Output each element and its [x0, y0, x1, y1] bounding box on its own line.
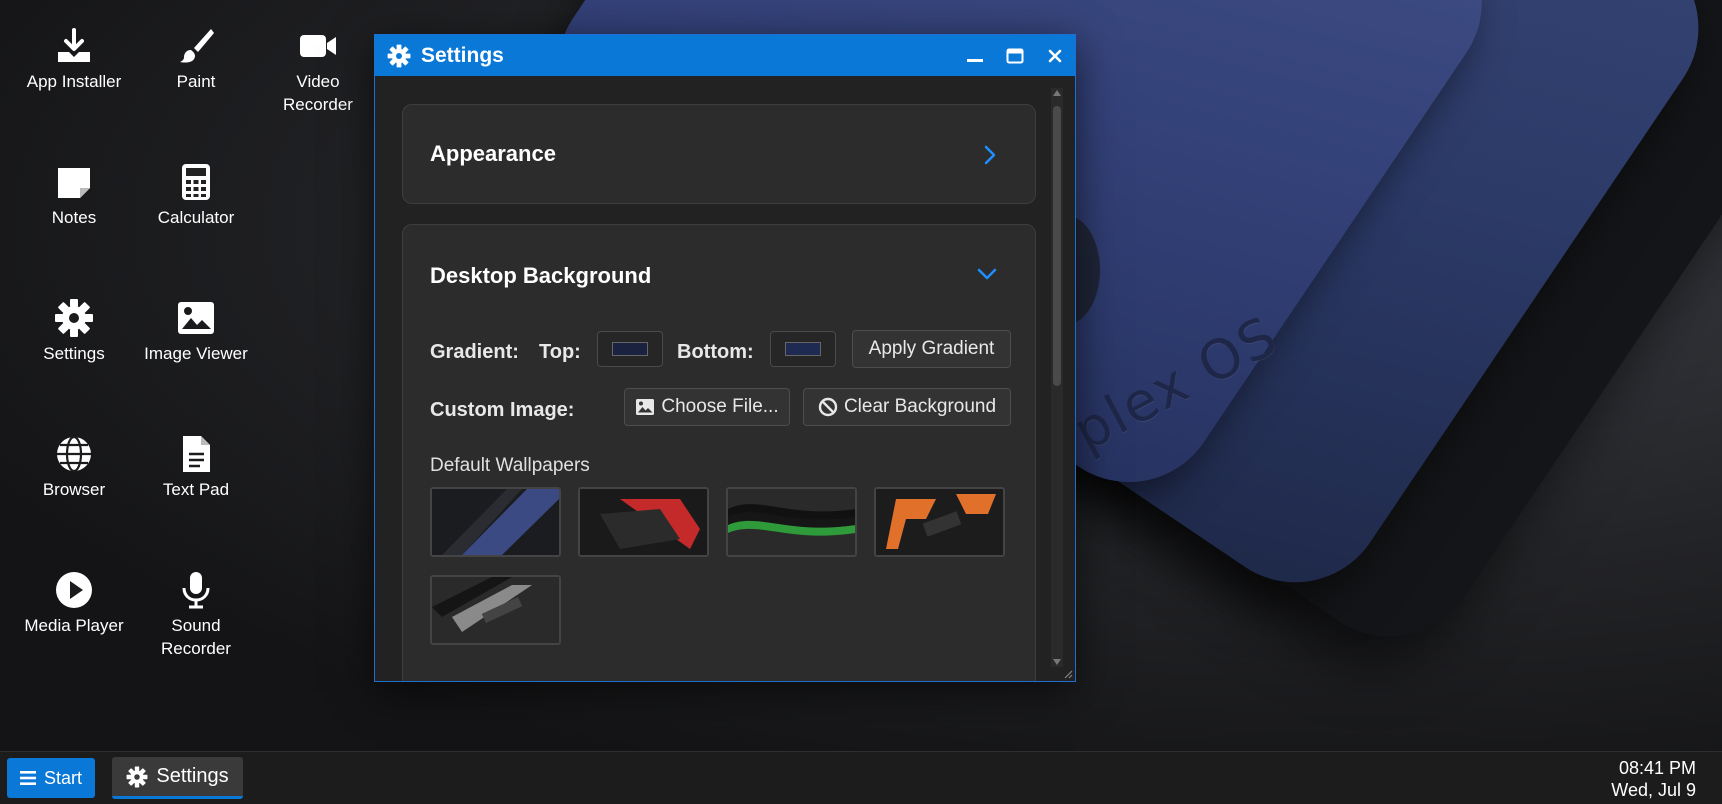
- scroll-up-icon: [1053, 90, 1061, 96]
- clock-time: 08:41 PM: [1618, 758, 1696, 778]
- taskbar-item-settings[interactable]: Settings: [112, 757, 243, 799]
- desktop-icon-label: Video Recorder: [283, 72, 353, 114]
- desktop-icon-label: Media Player: [24, 616, 124, 635]
- chevron-right-icon: [984, 145, 996, 165]
- calculator-icon: [182, 164, 210, 200]
- clock-date: Wed, Jul 9: [1611, 780, 1696, 800]
- desktop-icon-sound-recorder[interactable]: Sound Recorder: [141, 570, 251, 660]
- choose-file-button[interactable]: Choose File...: [624, 388, 790, 426]
- resize-grip-icon[interactable]: [1063, 669, 1073, 679]
- image-icon: [178, 302, 214, 334]
- wallpaper-thumbnail-blue[interactable]: [430, 487, 561, 557]
- gradient-bottom-swatch: [785, 342, 821, 356]
- wallpaper-preview: [876, 489, 1003, 555]
- desktop-icon-paint[interactable]: Paint: [141, 26, 251, 93]
- apply-gradient-button[interactable]: Apply Gradient: [852, 330, 1011, 368]
- video-camera-icon: [300, 35, 336, 57]
- desktop-icon-notes[interactable]: Notes: [19, 162, 129, 229]
- gear-icon: [387, 44, 411, 67]
- clear-background-button[interactable]: Clear Background: [803, 388, 1011, 426]
- window-title: Settings: [421, 43, 504, 67]
- gradient-bottom-label: Bottom:: [677, 341, 754, 363]
- desktop-background-title: Desktop Background: [430, 263, 652, 288]
- appearance-title: Appearance: [430, 141, 556, 166]
- scrollbar-thumb[interactable]: [1053, 106, 1061, 386]
- desktop-icon-text-pad[interactable]: Text Pad: [141, 434, 251, 501]
- appearance-section[interactable]: Appearance: [402, 104, 1036, 204]
- clear-background-label: Clear Background: [843, 396, 997, 417]
- settings-window: Settings Appearance Desktop Background G…: [374, 34, 1076, 682]
- desktop-icon-label: Browser: [42, 480, 106, 499]
- minimize-icon: [967, 58, 983, 62]
- start-button[interactable]: Start: [7, 758, 95, 798]
- play-icon: [56, 572, 92, 608]
- wallpaper-preview: [728, 489, 855, 555]
- choose-file-label: Choose File...: [661, 396, 779, 417]
- sticky-note-icon: [58, 168, 90, 198]
- menu-icon: [19, 771, 36, 785]
- desktop-icon-label: Notes: [51, 208, 97, 227]
- chevron-down-icon[interactable]: [977, 267, 997, 281]
- desktop-icon-video-recorder[interactable]: Video Recorder: [263, 26, 373, 116]
- gradient-bottom-color-picker[interactable]: [770, 331, 836, 367]
- image-icon: [636, 399, 655, 415]
- minimize-button[interactable]: [955, 35, 995, 76]
- taskbar: Start Settings 08:41 PM Wed, Jul 9: [0, 751, 1722, 804]
- download-icon: [58, 28, 90, 62]
- ban-icon: [818, 397, 838, 417]
- close-icon: [1048, 49, 1062, 62]
- wallpaper-thumbnail-gray[interactable]: [430, 575, 561, 645]
- desktop-icon-media-player[interactable]: Media Player: [19, 570, 129, 637]
- desktop-icon-label: Paint: [176, 72, 216, 91]
- desktop-icon-label: Image Viewer: [144, 344, 248, 363]
- desktop-icon-settings[interactable]: Settings: [19, 298, 129, 365]
- desktop-background-section: Desktop Background Gradient: Top: Bottom…: [402, 224, 1036, 681]
- desktop-icon-app-installer[interactable]: App Installer: [19, 26, 129, 93]
- brush-icon: [180, 29, 214, 63]
- window-titlebar[interactable]: Settings: [375, 35, 1075, 76]
- wallpaper-thumbnail-orange[interactable]: [874, 487, 1005, 557]
- desktop-icon-label: Text Pad: [162, 480, 230, 499]
- custom-image-label: Custom Image:: [430, 399, 575, 421]
- desktop-icon-image-viewer[interactable]: Image Viewer: [141, 298, 251, 365]
- settings-content: Appearance Desktop Background Gradient: …: [375, 76, 1075, 681]
- desktop-icon-label: App Installer: [26, 72, 122, 91]
- desktop-icon-browser[interactable]: Browser: [19, 434, 129, 501]
- scroll-down-icon: [1053, 659, 1061, 665]
- system-clock[interactable]: 08:41 PM Wed, Jul 9: [1611, 757, 1696, 801]
- desktop-icon-label: Sound Recorder: [161, 616, 231, 658]
- vertical-scrollbar[interactable]: [1051, 88, 1063, 667]
- document-icon: [183, 436, 210, 472]
- wallpaper-preview: [580, 489, 707, 555]
- maximize-icon: [1006, 48, 1024, 63]
- maximize-button[interactable]: [995, 35, 1035, 76]
- gradient-top-swatch: [612, 342, 648, 356]
- wallpaper-thumbnail-green[interactable]: [726, 487, 857, 557]
- taskbar-item-label: Settings: [156, 765, 229, 787]
- gradient-top-color-picker[interactable]: [597, 331, 663, 367]
- desktop-icon-calculator[interactable]: Calculator: [141, 162, 251, 229]
- wallpaper-thumbnail-red[interactable]: [578, 487, 709, 557]
- apply-gradient-label: Apply Gradient: [868, 338, 995, 359]
- desktop-icon-label: Calculator: [157, 208, 235, 227]
- desktop-icon-label: Settings: [43, 344, 105, 363]
- wallpaper-preview: [432, 577, 559, 643]
- gear-icon: [55, 299, 93, 337]
- wallpaper-preview: [432, 489, 559, 555]
- start-label: Start: [43, 767, 82, 788]
- globe-icon: [57, 435, 91, 473]
- gradient-label: Gradient:: [430, 341, 519, 363]
- gradient-top-label: Top:: [539, 341, 581, 363]
- close-button[interactable]: [1035, 35, 1075, 76]
- gear-icon: [126, 766, 148, 787]
- microphone-icon: [182, 572, 210, 609]
- desktop: plex OS App Installer Paint Video Record…: [0, 0, 1722, 751]
- default-wallpapers-label: Default Wallpapers: [430, 455, 590, 476]
